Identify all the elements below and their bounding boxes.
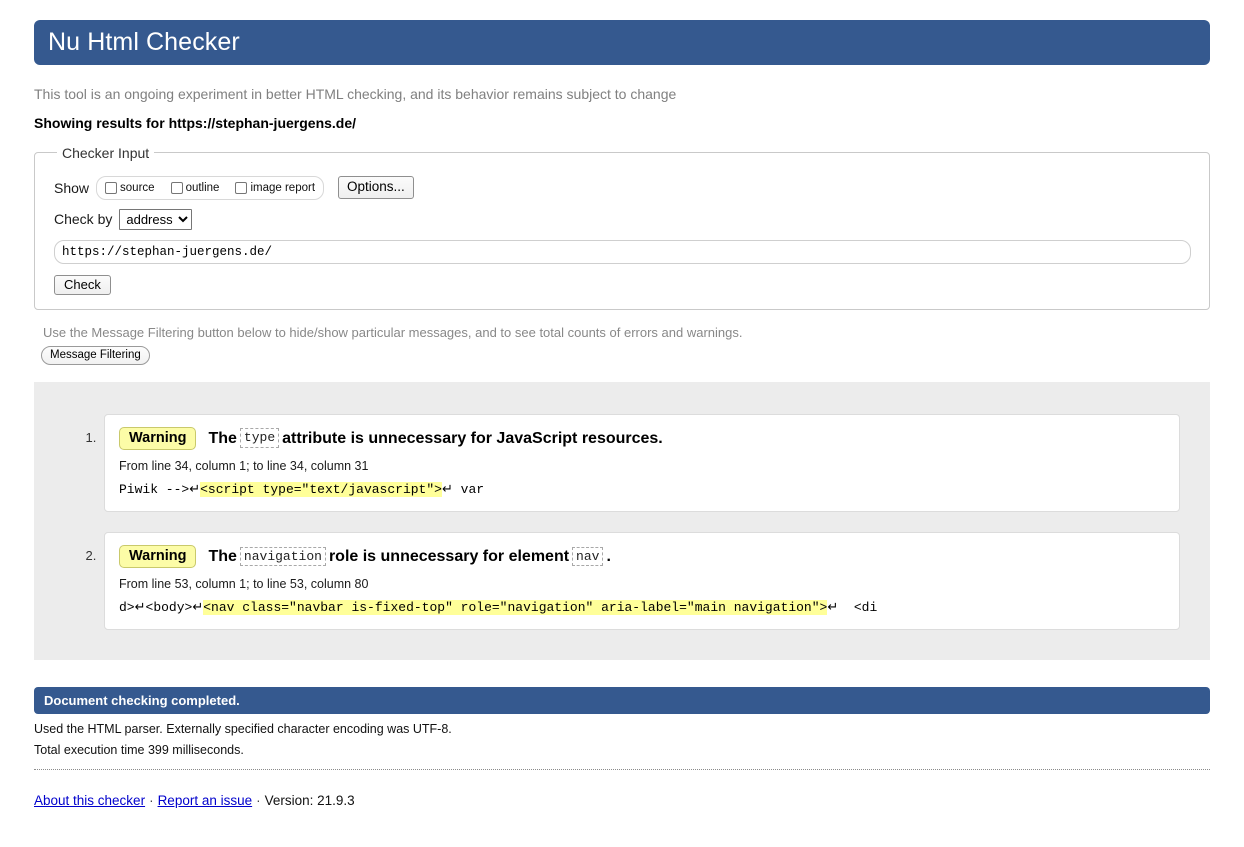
show-label: Show: [54, 179, 90, 196]
checkbox-source[interactable]: source: [105, 181, 155, 194]
extract-highlight: <script type="text/javascript">: [200, 481, 442, 497]
message-heading: Warning The navigation role is unnecessa…: [119, 544, 1165, 569]
filter-button-wrap: Message Filtering: [34, 345, 1210, 365]
check-button[interactable]: Check: [54, 274, 111, 295]
checkbox-box-icon[interactable]: [235, 181, 248, 194]
checkbox-source-label: source: [120, 181, 155, 194]
page-root: Nu Html Checker This tool is an ongoing …: [0, 20, 1244, 808]
status-badge: Warning: [119, 426, 197, 450]
crlf-icon: ↵: [192, 600, 204, 616]
results-container: Warning The type attribute is unnecessar…: [34, 381, 1210, 661]
url-input[interactable]: [54, 239, 1191, 264]
extract-before: d>: [119, 600, 135, 616]
show-checkbox-group: source outline image report: [96, 175, 325, 200]
extract-after: <di: [838, 600, 878, 616]
message-extract: Piwik -->↵<script type="text/javascript"…: [119, 481, 1165, 497]
options-button[interactable]: Options...: [338, 176, 414, 200]
parser-info-text: Used the HTML parser. Externally specifi…: [34, 722, 452, 737]
completion-banner: Document checking completed.: [34, 687, 1210, 715]
message-text-mid: role is unnecessary for element: [328, 548, 570, 566]
message-heading: Warning The type attribute is unnecessar…: [119, 426, 1165, 450]
crlf-icon: ↵: [134, 600, 146, 616]
status-badge: Warning: [119, 544, 197, 569]
extract-before-2: <body>: [145, 600, 193, 616]
extract-before: Piwik -->: [119, 481, 190, 497]
message-text-before: The: [208, 429, 237, 447]
check-by-label: Check by: [54, 211, 113, 228]
showing-results-text: Showing results for https://stephan-juer…: [34, 114, 357, 131]
message-box-1: Warning The type attribute is unnecessar…: [104, 413, 1180, 512]
about-checker-link[interactable]: About this checker: [34, 793, 145, 808]
checkbox-box-icon[interactable]: [170, 181, 183, 194]
message-list: Warning The type attribute is unnecessar…: [64, 413, 1180, 631]
show-row: Show source outline image report Options…: [47, 175, 1197, 200]
message-text-after: attribute is unnecessary for JavaScript …: [282, 429, 663, 447]
message-filtering-button[interactable]: Message Filtering: [41, 345, 150, 365]
checkbox-image-report[interactable]: image report: [235, 181, 316, 194]
message-code-token: navigation: [239, 546, 326, 567]
footer-separator: ·: [149, 793, 154, 809]
checkbox-image-report-label: image report: [250, 181, 316, 194]
page-title: Nu Html Checker: [48, 28, 240, 56]
crlf-icon: ↵: [827, 600, 839, 616]
message-text-after: .: [606, 548, 611, 566]
report-issue-link[interactable]: Report an issue: [158, 793, 253, 808]
message-text-before: The: [208, 548, 237, 566]
message-location: From line 34, column 1; to line 34, colu…: [119, 458, 369, 473]
checker-input-legend: Checker Input: [62, 144, 150, 161]
list-item: Warning The type attribute is unnecessar…: [100, 413, 1180, 512]
extract-after: var: [452, 481, 485, 497]
execution-time-text: Total execution time 399 milliseconds.: [34, 743, 244, 758]
checkbox-outline[interactable]: outline: [170, 181, 220, 194]
footer-separator-2: ·: [256, 793, 261, 809]
filter-note-text: Use the Message Filtering button below t…: [43, 324, 743, 340]
message-code-token-2: nav: [572, 546, 604, 567]
crlf-icon: ↵: [441, 481, 453, 497]
check-by-select[interactable]: address: [119, 208, 193, 230]
message-code-token: type: [239, 428, 280, 449]
url-input-wrap: [47, 230, 1197, 264]
footer-divider: [34, 769, 1210, 771]
checker-input-fieldset: Checker Input Show source outline image …: [34, 144, 1210, 310]
crlf-icon: ↵: [189, 481, 201, 497]
message-extract: d>↵<body>↵<nav class="navbar is-fixed-to…: [119, 600, 1165, 616]
message-box-2: Warning The navigation role is unnecessa…: [104, 531, 1180, 631]
checkbox-outline-label: outline: [185, 181, 220, 194]
version-text: Version: 21.9.3: [264, 793, 355, 809]
checkbox-box-icon[interactable]: [105, 181, 118, 194]
tagline-text: This tool is an ongoing experiment in be…: [34, 86, 677, 102]
extract-highlight: <nav class="navbar is-fixed-top" role="n…: [203, 600, 828, 616]
app-header-banner: Nu Html Checker: [34, 20, 1210, 65]
check-by-row: Check by address: [47, 208, 1197, 230]
list-item: Warning The navigation role is unnecessa…: [100, 531, 1180, 631]
footer: About this checker · Report an issue · Versi…: [34, 793, 1210, 808]
message-location: From line 53, column 1; to line 53, colu…: [119, 577, 369, 592]
